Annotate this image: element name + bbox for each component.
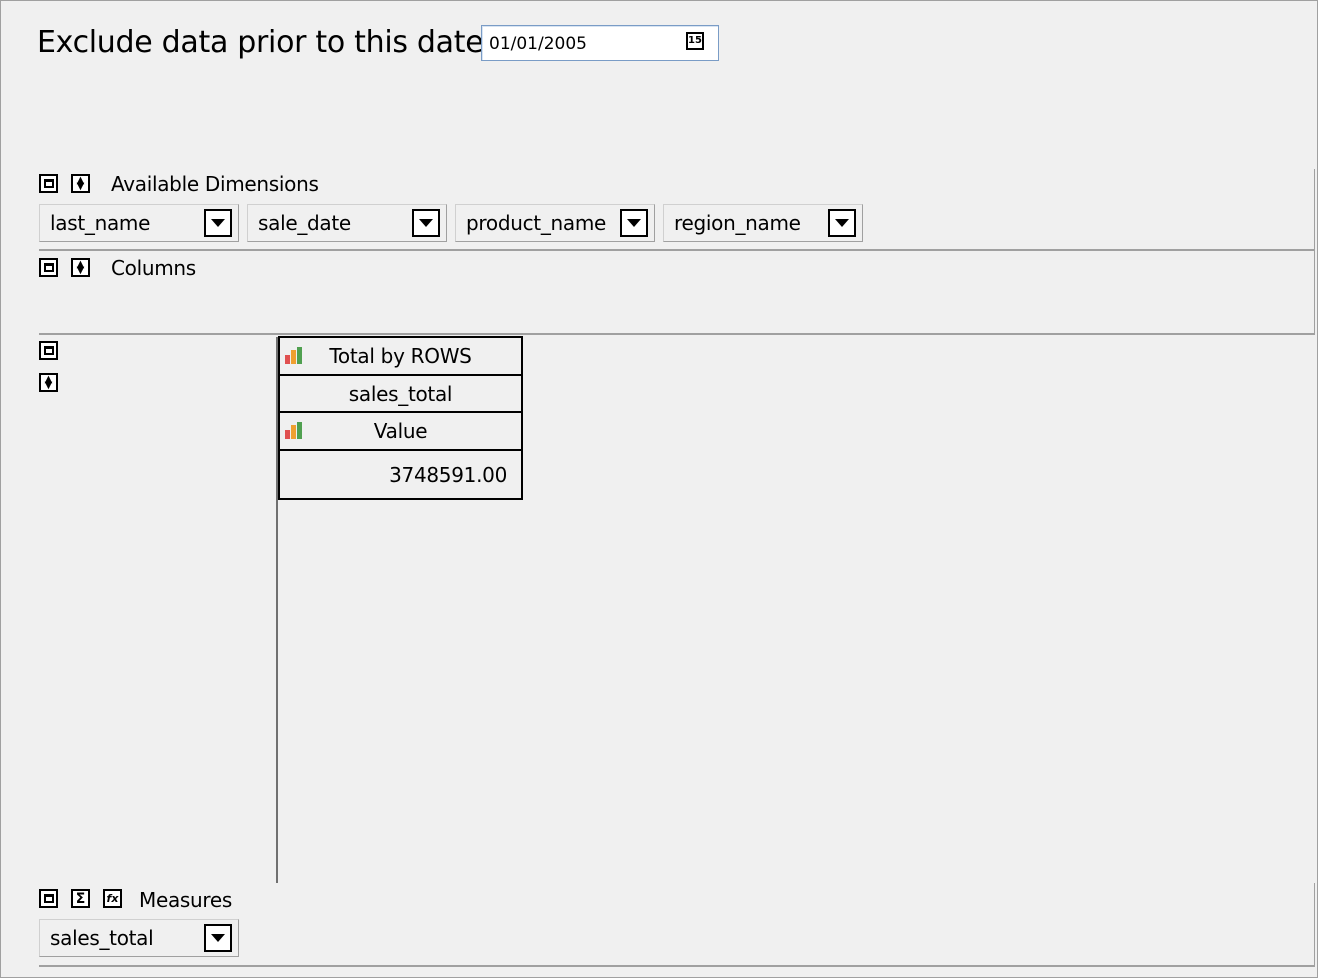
columns-panel-toggle-icon[interactable] [39,258,58,277]
olap-pivot-window: Exclude data prior to this date 01/01/20… [0,0,1318,978]
rows-panel-toggle-icon[interactable] [39,341,58,360]
measure-name-label: sales_total [348,381,453,406]
chevron-down-icon[interactable] [204,209,232,237]
dimensions-sort-icon[interactable]: ▲ ▼ [71,174,90,193]
divider [39,249,1315,251]
dimension-label: last_name [50,211,151,235]
rows-sort-icon[interactable]: ▲ ▼ [39,373,58,392]
bar-chart-icon [285,347,302,364]
measure-label: sales_total [50,926,154,950]
measure-name-cell: sales_total [278,374,523,413]
calendar-icon[interactable]: 15 [686,32,704,50]
total-by-rows-label: Total by ROWS [329,344,472,368]
measures-label: Measures [139,888,233,912]
available-dimensions-label: Available Dimensions [111,172,319,196]
date-filter-value: 01/01/2005 [489,34,587,54]
columns-sort-icon[interactable]: ▲ ▼ [71,258,90,277]
total-by-rows-header[interactable]: Total by ROWS [278,336,523,376]
panel-right-border [1314,883,1315,967]
dimension-label: product_name [466,211,607,235]
columns-label: Columns [111,256,196,280]
dimension-label: region_name [674,211,801,235]
measures-panel-toggle-icon[interactable] [39,889,58,908]
bar-chart-icon [285,422,302,439]
chevron-down-icon[interactable] [412,209,440,237]
sigma-icon[interactable]: Σ [71,889,90,908]
dimension-region-name[interactable]: region_name [663,204,863,242]
divider [39,965,1315,967]
fx-icon[interactable]: fx [103,889,122,908]
chevron-down-icon[interactable] [620,209,648,237]
total-value: 3748591.00 [389,462,507,487]
value-cell: 3748591.00 [278,449,523,500]
value-header-label: Value [373,419,428,443]
dimensions-panel-toggle-icon[interactable] [39,174,58,193]
panel-right-border [1314,169,1315,335]
chevron-down-icon[interactable] [828,209,856,237]
date-filter-input[interactable]: 01/01/2005 15 [481,25,719,61]
date-filter-label: Exclude data prior to this date [37,25,484,60]
dimension-sale-date[interactable]: sale_date [247,204,447,242]
divider [39,333,1315,335]
dimension-product-name[interactable]: product_name [455,204,655,242]
dimension-label: sale_date [258,211,351,235]
chevron-down-icon[interactable] [204,924,232,952]
measure-sales-total[interactable]: sales_total [39,919,239,957]
value-header[interactable]: Value [278,411,523,451]
dimension-last-name[interactable]: last_name [39,204,239,242]
